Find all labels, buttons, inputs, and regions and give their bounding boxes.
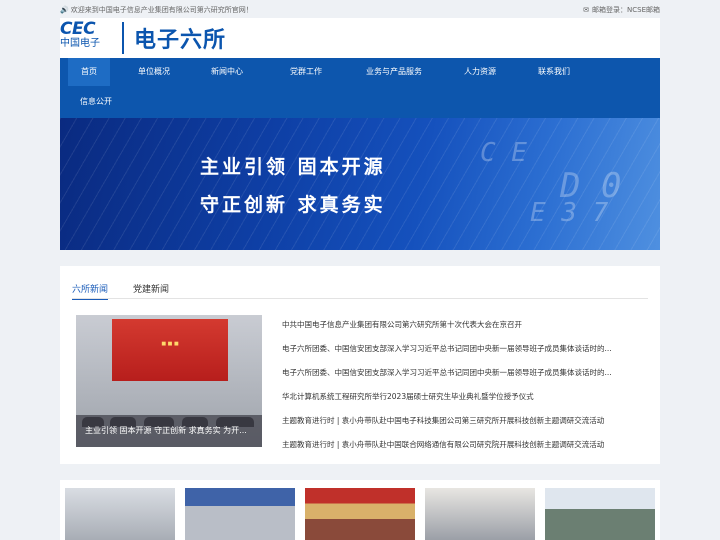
logo-sub-text: 中国电子 [60, 38, 100, 49]
nav-item-party[interactable]: 党群工作 [282, 58, 330, 86]
banner-deco-glyph: C E [480, 138, 527, 168]
news-list-item[interactable]: 电子六所团委、中国信安团支部深入学习习近平总书记同团中央新一届领导班子成员集体谈… [282, 367, 642, 378]
news-list-item[interactable]: 华北计算机系统工程研究所举行2023届硕士研究生毕业典礼暨学位授予仪式 [282, 391, 642, 402]
news-list-item[interactable]: 主题教育进行时 | 袁小舟带队赴中国电子科技集团公司第三研究所开展科技创新主题调… [282, 415, 642, 426]
site-header: CEC 中国电子 电子六所 [60, 18, 660, 58]
hero-banner[interactable]: C E D 0 E 3 7 主业引领 固本开源 守正创新 求真务实 [60, 118, 660, 250]
welcome-message: 🔊 欢迎来到中国电子信息产业集团有限公司第六研究所官网！ [60, 5, 253, 15]
envelope-icon: ✉ [583, 6, 589, 14]
photo-strip [60, 480, 660, 540]
nav-item-disclosure[interactable]: 信息公开 [72, 88, 120, 116]
main-nav: 首页 单位概况 新闻中心 党群工作 业务与产品服务 人力资源 联系我们 信息公开 [60, 58, 660, 118]
top-bar: 🔊 欢迎来到中国电子信息产业集团有限公司第六研究所官网！ ✉ 邮箱登录：NCSE邮箱 [60, 0, 660, 18]
photo-thumbnail[interactable] [425, 488, 535, 540]
news-list-item[interactable]: 中共中国电子信息产业集团有限公司第六研究所第十次代表大会在京召开 [282, 319, 642, 330]
banner-deco-glyph: E 3 7 [530, 198, 609, 228]
nav-item-hr[interactable]: 人力资源 [456, 58, 504, 86]
nav-item-about[interactable]: 单位概况 [128, 58, 180, 86]
logo-divider [122, 22, 124, 54]
featured-news-image[interactable]: ■ ■ ■ 主业引领 固本开源 守正创新 求真务实 为开... [76, 315, 262, 447]
news-list-item[interactable]: 主题教育进行时 | 袁小舟带队赴中国联合网络通信有限公司研究院开展科技创新主题调… [282, 439, 642, 450]
news-panel: 六所新闻 党建新闻 ■ ■ ■ 主业引领 固本开源 守正创新 求真务实 为开..… [60, 266, 660, 464]
tab-divider [72, 298, 648, 299]
nav-item-home[interactable]: 首页 [68, 58, 110, 86]
cec-logo[interactable]: CEC 中国电子 [60, 20, 112, 56]
photo-thumbnail[interactable] [545, 488, 655, 540]
nav-item-contact[interactable]: 联系我们 [530, 58, 578, 86]
tab-party-news[interactable]: 党建新闻 [133, 282, 169, 295]
photo-thumbnail[interactable] [185, 488, 295, 540]
news-list-item[interactable]: 电子六所团委、中国信安团支部深入学习习近平总书记同团中央新一届领导班子成员集体谈… [282, 343, 642, 354]
banner-slogan-line2: 守正创新 求真务实 [200, 194, 386, 216]
site-name: 电子六所 [134, 28, 227, 53]
speaker-icon: 🔊 [60, 6, 69, 14]
mail-login-link[interactable]: ✉ 邮箱登录：NCSE邮箱 [583, 5, 660, 15]
featured-news-caption[interactable]: 主业引领 固本开源 守正创新 求真务实 为开... [76, 415, 262, 447]
photo-thumbnail[interactable] [305, 488, 415, 540]
banner-slogan-line1: 主业引领 固本开源 [200, 156, 386, 178]
presentation-screen: ■ ■ ■ [112, 319, 228, 381]
logo-main-text: CEC [60, 19, 96, 39]
welcome-text: 欢迎来到中国电子信息产业集团有限公司第六研究所官网！ [70, 6, 253, 14]
nav-item-news[interactable]: 新闻中心 [206, 58, 248, 86]
mail-login-text[interactable]: 邮箱登录：NCSE邮箱 [592, 6, 660, 14]
photo-thumbnail[interactable] [65, 488, 175, 540]
nav-item-business[interactable]: 业务与产品服务 [356, 58, 432, 86]
